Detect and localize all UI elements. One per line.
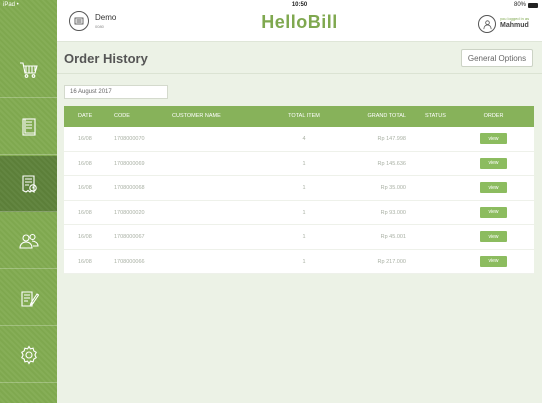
device-status: iPad •	[3, 2, 19, 8]
cell-grand-total: Rp 217.000	[377, 258, 406, 265]
general-options-button[interactable]: General Options	[461, 49, 533, 67]
brand-logo: HelloBill	[261, 12, 338, 32]
cell-code: 1708000066	[114, 258, 145, 265]
cart-icon	[19, 61, 38, 78]
order-history-table: DATE CODE CUSTOMER NAME TOTAL ITEM GRAND…	[64, 106, 534, 274]
battery-percent: 80%	[513, 2, 526, 8]
cell-grand-total: Rp 93.000	[380, 209, 406, 216]
cell-grand-total: Rp 45.001	[380, 234, 406, 240]
sidebar-item-cart[interactable]	[0, 42, 57, 98]
clock: 10:50	[291, 2, 308, 8]
view-order-button[interactable]: view	[480, 157, 507, 169]
cell-date: 16/08	[78, 160, 92, 167]
login-note: you logged in as	[500, 16, 530, 21]
table-header: DATE CODE CUSTOMER NAME TOTAL ITEM GRAND…	[64, 106, 534, 127]
cell-date: 16/08	[78, 258, 92, 265]
cell-date: 16/08	[78, 209, 92, 216]
cell-code: 1708000020	[114, 209, 145, 216]
cell-total-item: 1	[302, 160, 306, 167]
table-row[interactable]: 16/08 1708000070 4 Rp 147.998 view	[64, 127, 534, 152]
cell-date: 16/08	[78, 136, 92, 142]
settings-icon	[20, 344, 37, 365]
table-row[interactable]: 16/08 1708000068 1 Rp 35.000 view	[64, 176, 534, 201]
user-name[interactable]: Mahmud	[500, 22, 529, 29]
cell-date: 16/08	[78, 185, 92, 191]
sidebar-item-order-history[interactable]	[0, 156, 57, 212]
top-bar: Demo 0080 10:50 HelloBill 80% you logged…	[57, 0, 542, 42]
sidebar-item-customers[interactable]	[0, 213, 57, 269]
cell-total-item: 1	[302, 209, 306, 216]
view-order-button[interactable]: view	[480, 206, 507, 218]
column-header-status: STATUS	[425, 113, 446, 119]
view-order-button[interactable]: view	[480, 182, 507, 193]
date-filter-input[interactable]: 16 August 2017	[64, 85, 168, 99]
cell-code: 1708000068	[114, 185, 145, 191]
view-order-button[interactable]: view	[480, 133, 507, 144]
table-row[interactable]: 16/08 1708000020 1 Rp 93.000 view	[64, 201, 534, 225]
cell-code: 1708000070	[114, 136, 145, 142]
cell-grand-total: Rp 145.636	[377, 160, 406, 167]
view-order-button[interactable]: view	[480, 255, 507, 267]
divider	[57, 73, 542, 74]
cell-date: 16/08	[78, 234, 92, 240]
cell-grand-total: Rp 147.998	[377, 136, 406, 142]
view-order-button[interactable]: view	[480, 231, 507, 242]
column-header-customer: CUSTOMER NAME	[172, 113, 221, 119]
sidebar-item-settings[interactable]	[0, 327, 57, 383]
sidebar-item-reports[interactable]	[0, 270, 57, 326]
column-header-grand-total: GRAND TOTAL	[367, 113, 406, 119]
cell-total-item: 1	[302, 185, 306, 191]
edit-report-icon	[20, 290, 39, 307]
column-header-order: ORDER	[483, 113, 504, 119]
table-row[interactable]: 16/08 1708000066 1 Rp 217.000 view	[64, 250, 534, 274]
cell-grand-total: Rp 35.000	[380, 185, 406, 191]
cell-code: 1708000067	[114, 234, 145, 240]
page-title: Order History	[64, 51, 148, 66]
column-header-code: CODE	[114, 113, 130, 119]
table-row[interactable]: 16/08 1708000067 1 Rp 45.001 view	[64, 225, 534, 250]
sidebar-item-documents[interactable]	[0, 99, 57, 155]
document-icon	[21, 117, 36, 136]
battery-icon	[528, 2, 538, 8]
cell-total-item: 1	[302, 258, 306, 265]
cell-code: 1708000069	[114, 160, 145, 167]
cell-total-item: 1	[302, 234, 306, 240]
user-avatar-icon[interactable]	[478, 15, 496, 33]
sidebar: iPad •	[0, 0, 57, 403]
column-header-date: DATE	[78, 113, 93, 119]
app-root: iPad • Demo 0080 10:50 HelloBill 80% you…	[0, 0, 542, 403]
table-row[interactable]: 16/08 1708000069 1 Rp 145.636 view	[64, 152, 534, 176]
column-header-total-item: TOTAL ITEM	[288, 113, 320, 119]
cell-total-item: 4	[302, 136, 306, 142]
receipt-icon	[21, 174, 37, 193]
users-icon	[18, 233, 39, 249]
battery-status: 80%	[514, 2, 538, 8]
